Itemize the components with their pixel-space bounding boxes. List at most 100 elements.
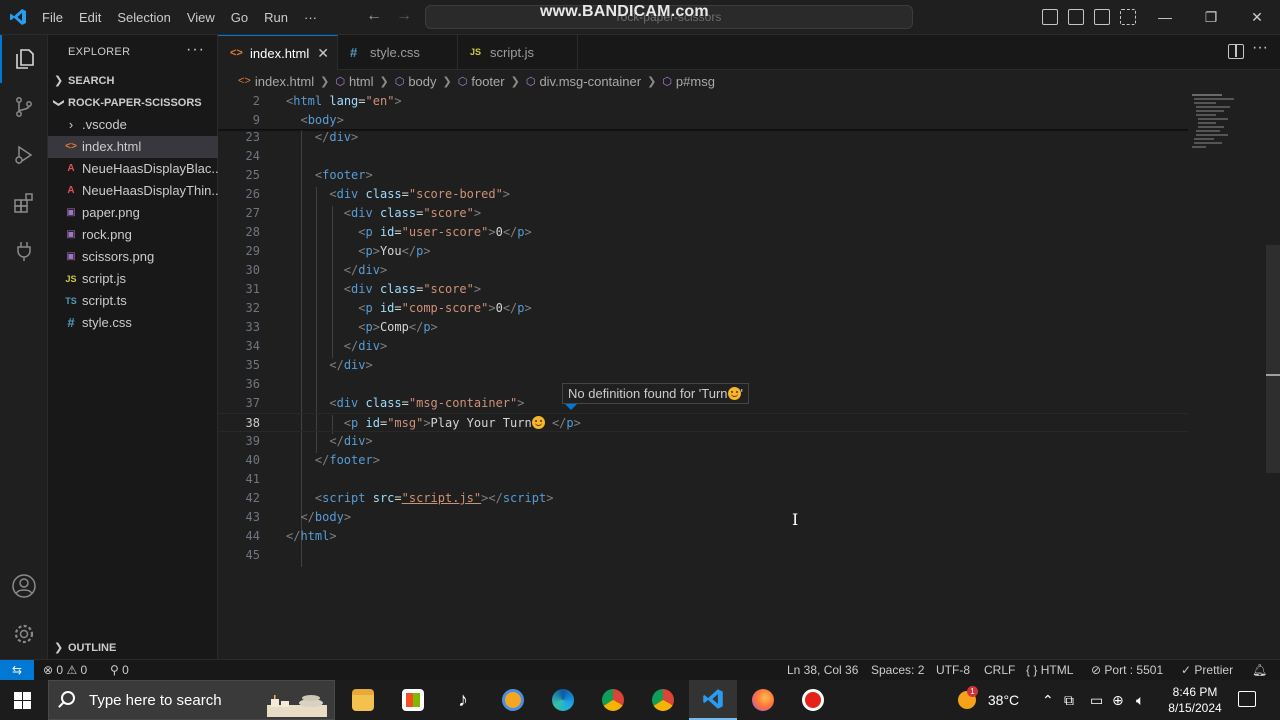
explorer-icon[interactable] (0, 35, 48, 83)
menu-file[interactable]: File (34, 0, 71, 35)
customize-layout-icon[interactable] (1120, 9, 1136, 25)
tab-style-css[interactable]: # style.css (338, 35, 458, 70)
firefox-browser-icon[interactable] (739, 680, 787, 720)
menu-view[interactable]: View (179, 0, 223, 35)
notifications-bell-icon[interactable]: 🔔︎ (1252, 660, 1267, 680)
file-item-paper-png[interactable]: ▣ paper.png (48, 202, 218, 224)
code-line[interactable]: 25 <footer> (218, 166, 1188, 185)
file-item-vscode[interactable]: › .vscode (48, 114, 218, 136)
minimap[interactable] (1190, 92, 1250, 152)
remote-indicator-icon[interactable]: ⇆ (0, 660, 34, 680)
breadcrumb-html[interactable]: ⬡ html (335, 74, 373, 89)
menu-more[interactable]: ··· (296, 0, 325, 35)
code-line[interactable]: 27 <div class="score"> (218, 204, 1188, 223)
file-item-scissors-png[interactable]: ▣ scissors.png (48, 246, 218, 268)
code-line[interactable]: 31 <div class="score"> (218, 280, 1188, 299)
line-ending[interactable]: CRLF (984, 660, 1015, 680)
tray-network-drive-icon[interactable]: ⧉ (1064, 680, 1074, 720)
code-line[interactable]: 41 (218, 470, 1188, 489)
code-line[interactable]: 40 </footer> (218, 451, 1188, 470)
file-item-script-js[interactable]: JS script.js (48, 268, 218, 290)
project-section[interactable]: ❯ ROCK-PAPER-SCISSORS (48, 92, 218, 114)
tray-chevron-up-icon[interactable]: ⌃ (1042, 680, 1054, 720)
menu-run[interactable]: Run (256, 0, 296, 35)
weather-widget[interactable]: 1 38°C (958, 680, 1019, 720)
file-item-style-css[interactable]: # style.css (48, 312, 218, 334)
code-line[interactable]: 30 </div> (218, 261, 1188, 280)
explorer-more-icon[interactable]: ··· (186, 41, 205, 59)
settings-gear-icon[interactable] (0, 610, 48, 658)
minimize-icon[interactable]: — (1142, 0, 1188, 35)
chrome-browser-icon[interactable] (589, 680, 637, 720)
breadcrumb-body[interactable]: ⬡ body (395, 74, 437, 89)
code-line[interactable]: 33 <p>Comp</p> (218, 318, 1188, 337)
breadcrumb-footer[interactable]: ⬡ footer (458, 74, 505, 89)
toggle-panel-icon[interactable] (1068, 9, 1084, 25)
code-line[interactable]: 43 </body> (218, 508, 1188, 527)
editor-more-icon[interactable]: ··· (1252, 39, 1268, 57)
outline-section[interactable]: ❯ OUTLINE (48, 637, 218, 659)
code-line[interactable]: 32 <p id="comp-score">0</p> (218, 299, 1188, 318)
tiktok-app-icon[interactable]: ♪ (439, 680, 487, 720)
toggle-secondary-sidebar-icon[interactable] (1094, 9, 1110, 25)
tab-index-html[interactable]: <> index.html ✕ (218, 35, 338, 70)
code-line[interactable]: 24 (218, 147, 1188, 166)
tab-script-js[interactable]: JS script.js (458, 35, 578, 70)
code-line[interactable]: 44 </html> (218, 527, 1188, 546)
breadcrumb-msg-container[interactable]: ⬡ div.msg-container (526, 74, 641, 89)
code-line[interactable]: 35 </div> (218, 356, 1188, 375)
file-item-script-ts[interactable]: TS script.ts (48, 290, 218, 312)
search-section[interactable]: ❯ SEARCH (48, 70, 218, 92)
taskbar-search-box[interactable]: Type here to search (48, 680, 335, 720)
breadcrumb-file[interactable]: <> index.html (238, 74, 314, 89)
restore-icon[interactable]: ❐ (1188, 0, 1234, 35)
indentation[interactable]: Spaces: 2 (871, 660, 924, 680)
code-line[interactable]: 26 <div class="score-bored"> (218, 185, 1188, 204)
volume-icon[interactable]: 🔈︎ (1136, 680, 1144, 720)
chrome-profile-icon[interactable] (639, 680, 687, 720)
ports-indicator[interactable]: ⚲ 0 (110, 660, 129, 680)
breadcrumb-p-msg[interactable]: ⬡ p#msg (662, 74, 715, 89)
back-arrow-icon[interactable]: ← (366, 7, 382, 25)
code-line[interactable]: 34 </div> (218, 337, 1188, 356)
code-line[interactable]: 39 </div> (218, 432, 1188, 451)
toggle-primary-sidebar-icon[interactable] (1042, 9, 1058, 25)
code-line[interactable]: 29 <p>You</p> (218, 242, 1188, 261)
editor-scrollbar[interactable] (1266, 245, 1280, 473)
outline-header[interactable]: ❯ OUTLINE (48, 637, 218, 659)
file-item-index-html[interactable]: <> index.html (48, 136, 218, 158)
file-item-font-black[interactable]: A NeueHaasDisplayBlac... (48, 158, 218, 180)
file-explorer-app-icon[interactable] (339, 680, 387, 720)
edge-browser-icon[interactable] (539, 680, 587, 720)
code-editor[interactable]: 2 <html lang="en"> 9 <body> 23 </div> 24 … (218, 92, 1280, 659)
code-line[interactable]: 28 <p id="user-score">0</p> (218, 223, 1188, 242)
code-line[interactable]: 9 <body> (218, 111, 1188, 130)
run-debug-icon[interactable] (0, 131, 48, 179)
windows-start-icon[interactable] (14, 692, 31, 709)
split-editor-icon[interactable] (1228, 44, 1244, 59)
globe-network-icon[interactable]: ⊕ (1112, 680, 1124, 720)
code-line-current[interactable]: 38 <p id="msg">Play Your Turn </p> (218, 413, 1188, 432)
menu-edit[interactable]: Edit (71, 0, 109, 35)
source-control-icon[interactable] (0, 83, 48, 131)
code-line[interactable]: 2 <html lang="en"> (218, 92, 1188, 111)
taskbar-clock[interactable]: 8:46 PM 8/15/2024 (1160, 684, 1230, 716)
encoding[interactable]: UTF-8 (936, 660, 970, 680)
remote-plug-icon[interactable] (0, 227, 48, 275)
forward-arrow-icon[interactable]: → (396, 7, 412, 25)
code-line[interactable]: 42 <script src="script.js"></script> (218, 489, 1188, 508)
live-server-port[interactable]: ⊘ Port : 5501 (1091, 660, 1163, 680)
code-line[interactable]: 45 (218, 546, 1188, 565)
menu-go[interactable]: Go (223, 0, 256, 35)
bandicam-record-icon[interactable] (789, 680, 837, 720)
medal-app-icon[interactable] (489, 680, 537, 720)
cursor-position[interactable]: Ln 38, Col 36 (787, 660, 858, 680)
prettier-status[interactable]: ✓ Prettier (1181, 660, 1233, 680)
menu-selection[interactable]: Selection (109, 0, 178, 35)
file-item-font-thin[interactable]: A NeueHaasDisplayThin... (48, 180, 218, 202)
close-window-icon[interactable]: ✕ (1234, 0, 1280, 35)
language-mode[interactable]: { } HTML (1026, 660, 1073, 680)
extensions-icon[interactable] (0, 179, 48, 227)
problems-indicator[interactable]: ⊗ 0 ⚠ 0 (43, 660, 87, 680)
notification-center-icon[interactable] (1238, 691, 1256, 707)
